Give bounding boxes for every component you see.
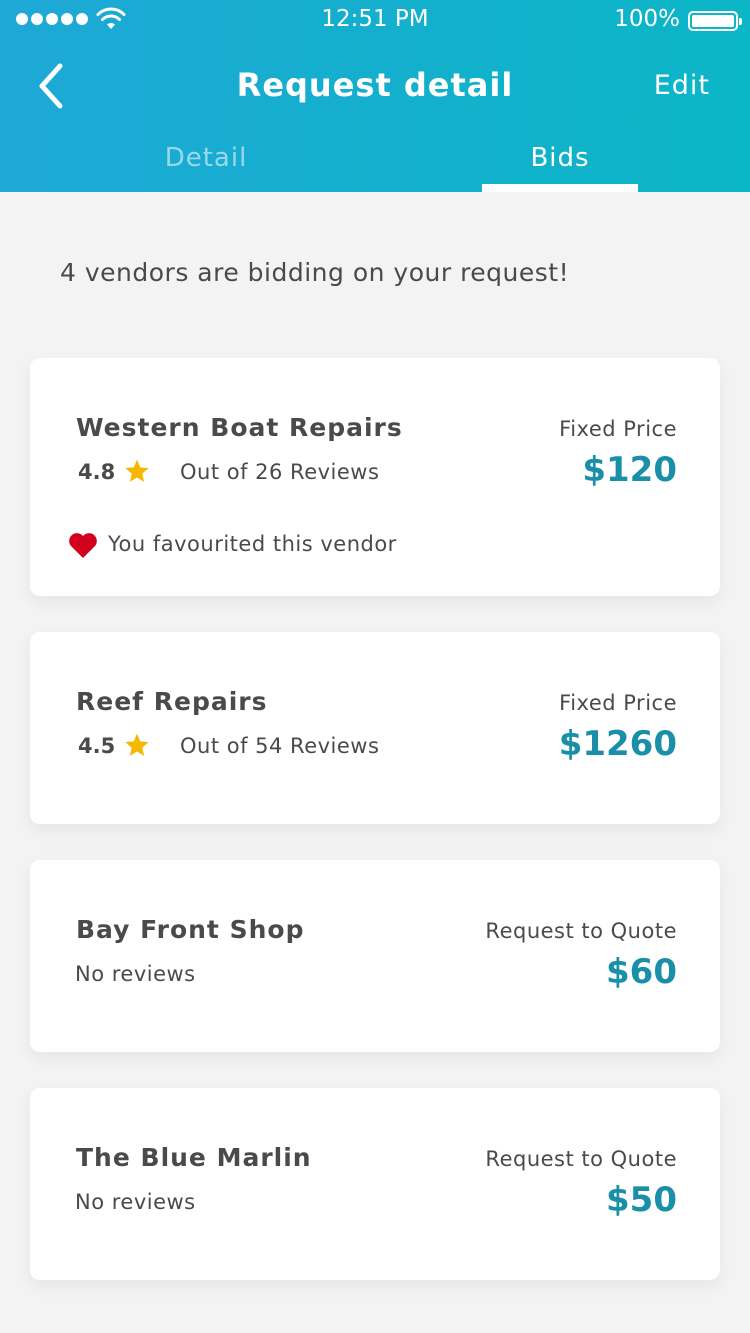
rating-value: 4.8 xyxy=(78,460,116,484)
vendor-name: Western Boat Repairs xyxy=(76,413,403,442)
tab-bids[interactable]: Bids xyxy=(482,143,638,173)
star-icon xyxy=(125,459,149,482)
vendor-name: Reef Repairs xyxy=(76,687,268,716)
price-type: Request to Quote xyxy=(485,1147,677,1171)
price-type: Request to Quote xyxy=(485,919,677,943)
bid-card[interactable]: Bay Front Shop No reviews Request to Quo… xyxy=(30,860,720,1052)
price-type: Fixed Price xyxy=(559,691,677,715)
bid-card[interactable]: Reef Repairs 4.5 Out of 54 Reviews Fixed… xyxy=(30,632,720,824)
review-count: No reviews xyxy=(75,962,196,986)
bid-price: $60 xyxy=(606,952,677,992)
battery-percentage: 100% xyxy=(614,6,680,32)
battery-icon xyxy=(688,11,742,31)
review-count: Out of 54 Reviews xyxy=(180,734,380,758)
edit-button[interactable]: Edit xyxy=(654,70,710,101)
header: 12:51 PM 100% Request detail Edit Detail… xyxy=(0,0,750,192)
bidding-summary: 4 vendors are bidding on your request! xyxy=(60,258,570,287)
bid-card[interactable]: Western Boat Repairs 4.8 Out of 26 Revie… xyxy=(30,358,720,596)
review-count: No reviews xyxy=(75,1190,196,1214)
bid-price: $50 xyxy=(606,1180,677,1220)
vendor-name: The Blue Marlin xyxy=(76,1143,312,1172)
favourite-note: You favourited this vendor xyxy=(108,532,397,556)
tab-detail[interactable]: Detail xyxy=(128,143,284,173)
page-title: Request detail xyxy=(236,66,514,104)
status-bar: 12:51 PM 100% xyxy=(0,0,750,40)
rating-value: 4.5 xyxy=(78,734,116,758)
bid-card[interactable]: The Blue Marlin No reviews Request to Qu… xyxy=(30,1088,720,1280)
heart-icon xyxy=(69,533,97,558)
star-icon xyxy=(125,733,149,756)
review-count: Out of 26 Reviews xyxy=(180,460,380,484)
price-type: Fixed Price xyxy=(559,417,677,441)
bid-price: $1260 xyxy=(558,724,677,764)
active-tab-indicator xyxy=(482,184,638,192)
vendor-name: Bay Front Shop xyxy=(76,915,305,944)
bid-price: $120 xyxy=(582,450,677,490)
